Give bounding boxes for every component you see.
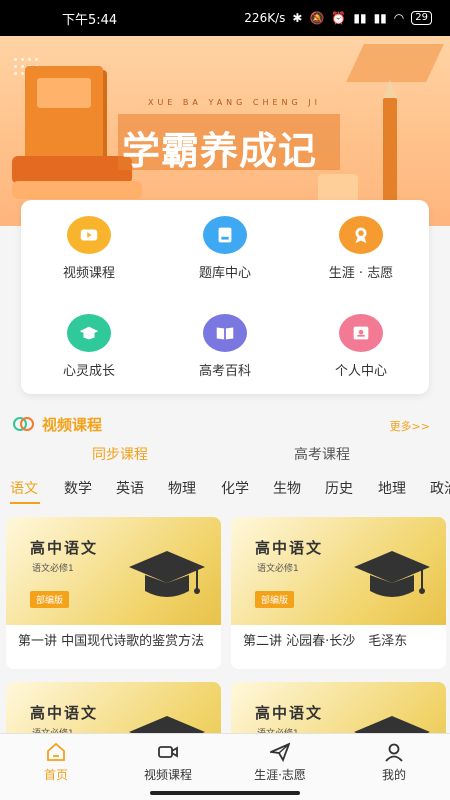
book-stack-icon — [203, 216, 247, 254]
course-thumbnail: 高中语文 语文必修1 部编版 — [6, 517, 221, 625]
menu-label: 题库中心 — [198, 266, 251, 281]
hero-banner[interactable]: XUE BA YANG CHENG JI 学霸养成记 — [0, 36, 450, 226]
nav-label: 我的 — [381, 768, 406, 782]
edition-badge: 部编版 — [30, 591, 70, 608]
course-title: 第一讲 中国现代诗歌的鉴赏方法 — [18, 634, 205, 649]
video-course-section-header: 视频课程 更多>> — [0, 408, 450, 438]
active-subject-indicator — [10, 502, 40, 504]
mute-icon: 🔕 — [309, 11, 325, 25]
status-time: 下午5:44 — [62, 12, 118, 28]
user-icon — [338, 742, 450, 762]
subject-tab-politics[interactable]: 政治 — [430, 478, 450, 498]
section-title: 视频课程 — [42, 416, 103, 434]
course-card[interactable]: 高中语文 语文必修1 部编版 第二讲 沁园春·长沙 毛泽东 — [231, 517, 446, 669]
nav-career[interactable]: 生涯·志愿 — [224, 742, 336, 783]
thumb-title: 高中语文 — [255, 704, 324, 722]
menu-label: 视频课程 — [62, 266, 115, 281]
thumb-subtitle: 语文必修1 — [257, 564, 299, 574]
id-card-icon — [339, 314, 383, 352]
alarm-icon: ⏰ — [331, 11, 347, 25]
battery-icon: 29 — [411, 11, 432, 25]
ruler-illustration — [346, 44, 444, 82]
nav-label: 视频课程 — [143, 768, 192, 782]
menu-label: 个人中心 — [334, 364, 387, 379]
subject-tab-english[interactable]: 英语 — [116, 478, 144, 498]
tab-gaokao-course[interactable]: 高考课程 — [294, 444, 350, 464]
thumb-title: 高中语文 — [30, 704, 99, 722]
menu-label: 心灵成长 — [62, 364, 115, 379]
nav-me[interactable]: 我的 — [338, 742, 450, 783]
status-icons: 226K/s ✱ 🔕 ⏰ ▮▮ ▮▮ ◠ 29 — [244, 11, 432, 25]
subject-tab-geography[interactable]: 地理 — [378, 478, 406, 498]
video-icon — [67, 216, 111, 254]
subject-tab-biology[interactable]: 生物 — [273, 478, 301, 498]
status-bar: 下午5:44 226K/s ✱ 🔕 ⏰ ▮▮ ▮▮ ◠ 29 — [0, 0, 450, 36]
signal-icon-2: ▮▮ — [373, 11, 387, 25]
nav-label: 生涯·志愿 — [254, 768, 306, 782]
tab-sync-course[interactable]: 同步课程 — [92, 444, 148, 464]
subject-tab-history[interactable]: 历史 — [325, 478, 353, 498]
menu-item-mental-growth[interactable]: 心灵成长 — [21, 298, 157, 388]
subject-tab-math[interactable]: 数学 — [64, 478, 92, 498]
wifi-icon: ◠ — [393, 11, 405, 25]
graduation-cap-icon — [67, 314, 111, 352]
banner-subtitle: XUE BA YANG CHENG JI — [148, 98, 322, 107]
signal-icon: ▮▮ — [353, 11, 367, 25]
course-card[interactable]: 高中语文 语文必修1 部编版 第一讲 中国现代诗歌的鉴赏方法 — [6, 517, 221, 669]
course-title: 第二讲 沁园春·长沙 毛泽东 — [243, 634, 408, 649]
menu-item-gaokao-wiki[interactable]: 高考百科 — [157, 298, 293, 388]
menu-label: 生涯 · 志愿 — [328, 266, 394, 281]
graduation-cap-icon — [354, 551, 430, 597]
subject-tabs: 语文 数学 英语 物理 化学 生物 历史 地理 政治 — [0, 474, 450, 506]
bottom-navigation: 首页 视频课程 生涯·志愿 我的 — [0, 733, 450, 800]
course-thumbnail: 高中语文 语文必修1 部编版 — [231, 517, 446, 625]
menu-item-question-bank[interactable]: 题库中心 — [157, 200, 293, 290]
home-icon — [0, 742, 112, 762]
subject-tab-physics[interactable]: 物理 — [168, 478, 196, 498]
banner-title: 学霸养成记 — [122, 129, 318, 173]
menu-item-video-courses[interactable]: 视频课程 — [21, 200, 157, 290]
thumb-title: 高中语文 — [30, 539, 99, 557]
award-icon — [339, 216, 383, 254]
book-illustration-2 — [12, 156, 132, 184]
menu-item-personal-center[interactable]: 个人中心 — [293, 298, 429, 388]
thumb-subtitle: 语文必修1 — [32, 564, 74, 574]
nav-video-courses[interactable]: 视频课程 — [112, 742, 224, 783]
nav-home[interactable]: 首页 — [0, 742, 112, 783]
more-link[interactable]: 更多>> — [390, 418, 430, 434]
paper-plane-icon — [224, 742, 336, 762]
thumb-title: 高中语文 — [255, 539, 324, 557]
book-illustration-3 — [12, 181, 142, 199]
network-speed: 226K/s — [244, 11, 286, 25]
open-book-icon — [203, 314, 247, 352]
feature-menu-card: 视频课程 题库中心 生涯 · 志愿 心灵成长 高考百科 个人中心 — [21, 200, 429, 394]
course-type-tabs: 同步课程 高考课程 — [0, 440, 450, 466]
subject-tab-chemistry[interactable]: 化学 — [221, 478, 249, 498]
bluetooth-icon: ✱ — [292, 11, 303, 25]
subject-tab-chinese[interactable]: 语文 — [10, 478, 38, 498]
menu-label: 高考百科 — [198, 364, 251, 379]
video-camera-icon — [112, 742, 224, 762]
nav-label: 首页 — [43, 768, 68, 782]
graduation-cap-icon — [129, 551, 205, 597]
home-indicator[interactable] — [150, 791, 300, 795]
menu-item-career[interactable]: 生涯 · 志愿 — [293, 200, 429, 290]
edition-badge: 部编版 — [255, 591, 295, 608]
section-logo-icon — [13, 417, 34, 431]
